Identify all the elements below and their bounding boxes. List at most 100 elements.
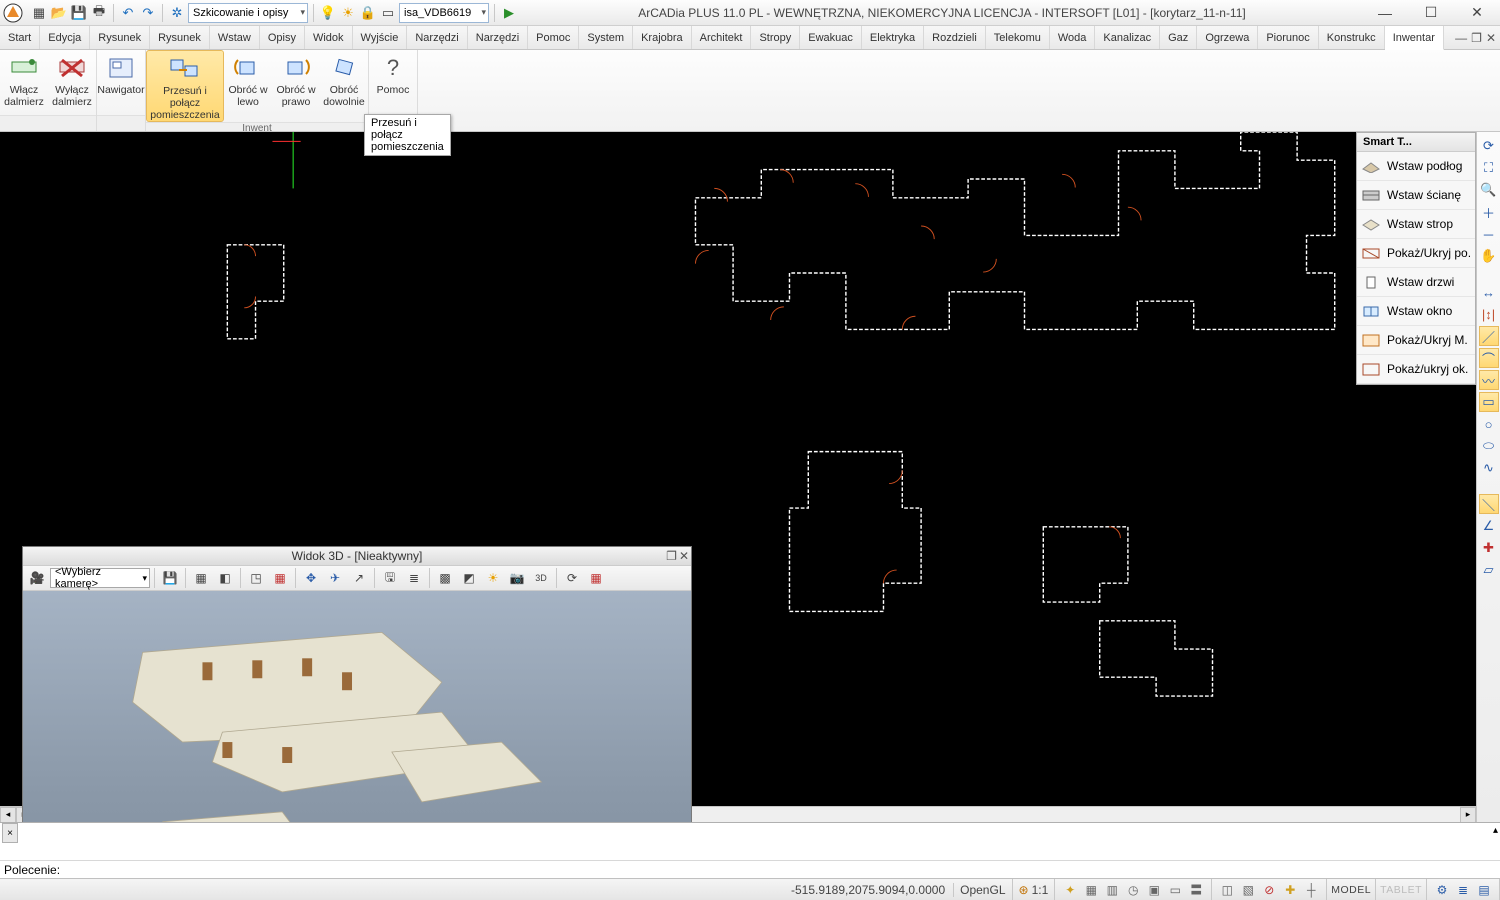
layer-combo[interactable]: isa_VDB6619 xyxy=(399,3,489,23)
rt-circle-icon[interactable]: ○ xyxy=(1479,414,1499,434)
rt-zoom-out-icon[interactable]: － xyxy=(1479,224,1499,244)
3d-view-title[interactable]: Widok 3D - [Nieaktywny] ❐✕ xyxy=(23,547,691,565)
3d-restore-icon[interactable]: ❐ xyxy=(666,549,677,563)
rt-area-icon[interactable]: ▱ xyxy=(1479,560,1499,580)
tab-system[interactable]: System xyxy=(579,26,633,49)
3d-viewport[interactable] xyxy=(23,591,691,822)
tab-narzedzi[interactable]: Narzędzi xyxy=(407,26,467,49)
smart-wstaw-podloge[interactable]: Wstaw podłog xyxy=(1357,152,1475,181)
v3d-save-icon[interactable]: 💾 xyxy=(159,567,181,589)
btn-obroc-lewo[interactable]: Obróć w lewo xyxy=(224,50,272,122)
sb-gear-icon[interactable]: ⚙ xyxy=(1433,881,1451,899)
tab-ewakuac[interactable]: Ewakuac xyxy=(800,26,862,49)
tab-stropy[interactable]: Stropy xyxy=(751,26,800,49)
qat-play-icon[interactable]: ▶ xyxy=(500,4,518,22)
tab-kanalizac[interactable]: Kanalizac xyxy=(1095,26,1160,49)
tab-ogrzewa[interactable]: Ogrzewa xyxy=(1197,26,1258,49)
sb-cross-icon[interactable]: ┼ xyxy=(1302,881,1320,899)
v3d-fly-icon[interactable]: ✈ xyxy=(324,567,346,589)
minimize-button[interactable]: — xyxy=(1362,0,1408,26)
v3d-view1-icon[interactable]: ▦ xyxy=(190,567,212,589)
v3d-close2-icon[interactable]: ▦ xyxy=(585,567,607,589)
v3d-render2-icon[interactable]: ◩ xyxy=(458,567,480,589)
rt-angle-icon[interactable]: ∠ xyxy=(1479,516,1499,536)
rt-zoom-win-icon[interactable]: 🔍 xyxy=(1479,180,1499,200)
tab-gaz[interactable]: Gaz xyxy=(1160,26,1197,49)
v3d-render1-icon[interactable]: ▩ xyxy=(434,567,456,589)
btn-obroc-dowolnie[interactable]: Obróć dowolnie xyxy=(320,50,368,122)
rt-line-icon[interactable]: ／ xyxy=(1479,326,1499,346)
tab-rysunek[interactable]: Rysunek xyxy=(90,26,150,49)
smart-pokaz-ukryj-ok[interactable]: Pokaż/ukryj ok. xyxy=(1357,355,1475,384)
sb-layer2-icon[interactable]: ▧ xyxy=(1239,881,1257,899)
smart-wstaw-drzwi[interactable]: Wstaw drzwi xyxy=(1357,268,1475,297)
rt-pan-icon[interactable]: ✋ xyxy=(1479,246,1499,266)
command-line[interactable]: Polecenie: xyxy=(0,860,1500,878)
close-button[interactable]: ✕ xyxy=(1454,0,1500,26)
command-history[interactable]: × ▴ xyxy=(0,823,1500,860)
sb-track-icon[interactable]: ▭ xyxy=(1166,881,1184,899)
qat-save-icon[interactable]: 💾 xyxy=(70,4,88,22)
tab-inwentar[interactable]: Inwentar xyxy=(1385,26,1444,50)
sb-osnap-icon[interactable]: ▣ xyxy=(1145,881,1163,899)
drawing-area[interactable]: Smart T... Wstaw podłog Wstaw ścianę Wst… xyxy=(0,132,1500,822)
tab-wstaw[interactable]: Wstaw xyxy=(210,26,260,49)
smart-wstaw-okno[interactable]: Wstaw okno xyxy=(1357,297,1475,326)
v3d-camera-icon[interactable]: 🎥 xyxy=(26,567,48,589)
scroll-right-icon[interactable]: ▸ xyxy=(1460,807,1476,823)
sb-layer1-icon[interactable]: ◫ xyxy=(1218,881,1236,899)
3d-view-window[interactable]: Widok 3D - [Nieaktywny] ❐✕ 🎥 <Wybierz ka… xyxy=(22,546,692,822)
tab-widok[interactable]: Widok xyxy=(305,26,353,49)
btn-przesun-polacz[interactable]: Przesuń i połącz pomieszczenia xyxy=(146,50,224,122)
qat-lock-icon[interactable]: 🔒 xyxy=(359,4,377,22)
tab-rysunek2[interactable]: Rysunek xyxy=(150,26,210,49)
qat-open-icon[interactable]: 📂 xyxy=(50,4,68,22)
cmd-scroll-up-icon[interactable]: ▴ xyxy=(1493,825,1498,836)
tab-opisy[interactable]: Opisy xyxy=(260,26,305,49)
tab-rozdzieli[interactable]: Rozdzieli xyxy=(924,26,986,49)
smart-pokaz-ukryj-m[interactable]: Pokaż/Ukryj M. xyxy=(1357,326,1475,355)
rt-spline-icon[interactable]: ∿ xyxy=(1479,458,1499,478)
rt-polyline-icon[interactable]: 〰 xyxy=(1479,370,1499,390)
sb-stop-icon[interactable]: ⊘ xyxy=(1260,881,1278,899)
rt-refresh-icon[interactable]: ⟳ xyxy=(1479,136,1499,156)
v3d-snapshot-icon[interactable]: 📷 xyxy=(506,567,528,589)
sb-grid-icon[interactable]: ▦ xyxy=(1082,881,1100,899)
engine-segment[interactable]: OpenGL xyxy=(954,879,1012,900)
v3d-grid-icon[interactable]: ▦ xyxy=(269,567,291,589)
qat-bulb-icon[interactable]: 💡 xyxy=(319,4,337,22)
scroll-left-icon[interactable]: ◂ xyxy=(0,807,16,823)
rt-zoom-in-icon[interactable]: ＋ xyxy=(1479,202,1499,222)
smart-pokaz-ukryj-po[interactable]: Pokaż/Ukryj po. xyxy=(1357,239,1475,268)
qat-new-icon[interactable]: ▦ xyxy=(30,4,48,22)
rt-measure-icon[interactable]: ＼ xyxy=(1479,494,1499,514)
btn-wylacz-dalmierz[interactable]: Wyłącz dalmierz xyxy=(48,50,96,115)
v3d-save2-icon[interactable]: 🖫 xyxy=(379,567,401,589)
mdi-restore-icon[interactable]: ❐ xyxy=(1471,31,1482,45)
qat-doc-icon[interactable]: ▭ xyxy=(379,4,397,22)
qat-redo-icon[interactable]: ↷ xyxy=(139,4,157,22)
tab-pomoc[interactable]: Pomoc xyxy=(528,26,579,49)
smart-wstaw-sciane[interactable]: Wstaw ścianę xyxy=(1357,181,1475,210)
tab-architekt[interactable]: Architekt xyxy=(692,26,752,49)
qat-undo-icon[interactable]: ↶ xyxy=(119,4,137,22)
qat-print-icon[interactable]: 🖶 xyxy=(90,4,108,22)
sb-lwt-icon[interactable]: 〓 xyxy=(1187,881,1205,899)
sketch-combo[interactable]: Szkicowanie i opisy xyxy=(188,3,308,23)
mdi-close-icon[interactable]: ✕ xyxy=(1486,31,1496,45)
rt-arc-icon[interactable]: ⌒ xyxy=(1479,348,1499,368)
v3d-sun-icon[interactable]: ☀ xyxy=(482,567,504,589)
btn-pomoc[interactable]: ? Pomoc xyxy=(369,50,417,115)
tab-edycja[interactable]: Edycja xyxy=(40,26,90,49)
smart-wstaw-strop[interactable]: Wstaw strop xyxy=(1357,210,1475,239)
btn-obroc-prawo[interactable]: Obróć w prawo xyxy=(272,50,320,122)
v3d-persp-icon[interactable]: ◳ xyxy=(245,567,267,589)
maximize-button[interactable]: ☐ xyxy=(1408,0,1454,26)
tab-krajobra[interactable]: Krajobra xyxy=(633,26,692,49)
tablet-toggle[interactable]: TABLET xyxy=(1376,879,1427,900)
rt-zoom-extents-icon[interactable]: ⛶ xyxy=(1479,158,1499,178)
sb-props-icon[interactable]: ▤ xyxy=(1475,881,1493,899)
v3d-camera-combo[interactable]: <Wybierz kamerę> xyxy=(50,568,150,588)
rt-dim-v-icon[interactable]: |↕| xyxy=(1479,304,1499,324)
qat-gear-icon[interactable]: ✲ xyxy=(168,4,186,22)
